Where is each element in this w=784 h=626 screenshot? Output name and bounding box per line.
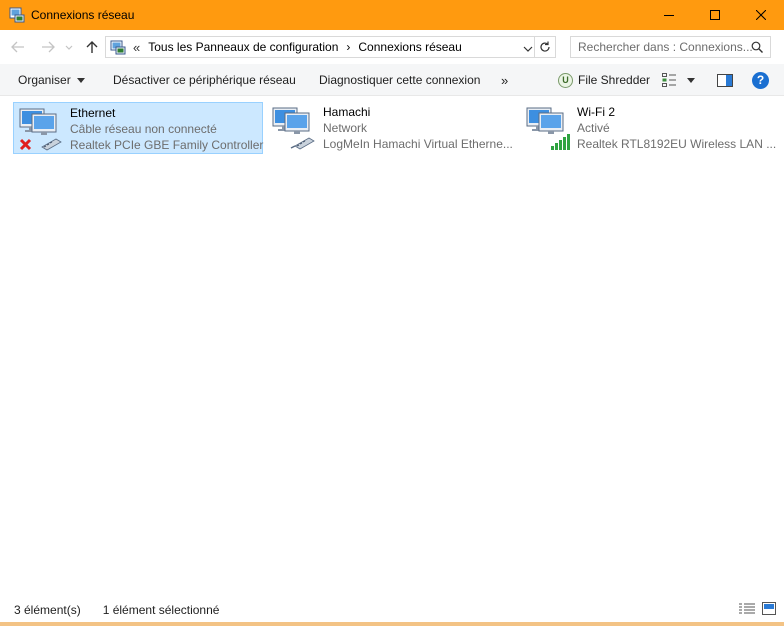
- forward-button[interactable]: [40, 39, 56, 55]
- file-shredder-label: File Shredder: [578, 73, 651, 87]
- connections-list: Ethernet Câble réseau non connecté Realt…: [0, 96, 784, 598]
- chevron-down-icon: [523, 46, 533, 52]
- breadcrumb-item-control-panel[interactable]: Tous les Panneaux de configuration: [148, 40, 338, 54]
- preview-pane-button[interactable]: [717, 64, 733, 96]
- help-button[interactable]: ?: [752, 64, 769, 96]
- organize-label: Organiser: [18, 73, 71, 87]
- diagnose-connection-button[interactable]: Diagnostiquer cette connexion: [319, 64, 480, 96]
- view-dropdown-button[interactable]: [687, 64, 695, 96]
- forward-arrow-icon: [42, 41, 55, 53]
- connection-status: Network: [323, 121, 368, 135]
- disable-device-button[interactable]: Désactiver ce périphérique réseau: [113, 64, 296, 96]
- view-options-icon: [662, 73, 676, 87]
- connection-item-wifi-2[interactable]: Wi-Fi 2 Activé Realtek RTL8192EU Wireles…: [521, 102, 776, 154]
- preview-pane-icon: [717, 73, 733, 87]
- window-bottom-edge: [0, 622, 784, 626]
- maximize-button[interactable]: [692, 0, 738, 30]
- breadcrumb-separator-icon: ›: [346, 40, 351, 54]
- connection-name: Wi-Fi 2: [577, 105, 615, 119]
- details-view-icon: [739, 603, 755, 614]
- window-title: Connexions réseau: [31, 8, 135, 22]
- breadcrumb-item-network-connections[interactable]: Connexions réseau: [358, 40, 461, 54]
- file-shredder-icon: U: [558, 72, 573, 88]
- command-bar: Organiser Désactiver ce périphérique rés…: [0, 64, 784, 96]
- connection-name: Ethernet: [70, 106, 116, 120]
- refresh-icon: [540, 41, 550, 52]
- network-adapter-icon: [272, 107, 315, 150]
- refresh-button[interactable]: [534, 37, 555, 57]
- file-shredder-button[interactable]: U File Shredder: [558, 64, 650, 96]
- search-icon: [751, 41, 763, 56]
- connection-item-hamachi[interactable]: Hamachi Network LogMeIn Hamachi Virtual …: [267, 102, 517, 154]
- details-view-button[interactable]: [739, 603, 755, 618]
- up-button[interactable]: [84, 39, 100, 55]
- recent-locations-button[interactable]: [64, 39, 74, 55]
- connection-device: LogMeIn Hamachi Virtual Etherne...: [323, 137, 513, 151]
- up-arrow-icon: [86, 41, 98, 53]
- more-commands-button[interactable]: »: [501, 64, 508, 96]
- help-icon: ?: [752, 71, 769, 89]
- ethernet-disconnected-icon: [19, 108, 62, 151]
- control-panel-icon: [110, 39, 126, 55]
- status-bar: 3 élément(s) 1 élément sélectionné: [0, 598, 784, 622]
- connection-device: Realtek PCIe GBE Family Controller: [70, 138, 264, 152]
- selection-count: 1 élément sélectionné: [102, 603, 220, 617]
- search-input[interactable]: Rechercher dans : Connexions...: [570, 36, 771, 58]
- connection-device: Realtek RTL8192EU Wireless LAN ...: [577, 137, 777, 151]
- address-dropdown-button[interactable]: [523, 42, 533, 56]
- minimize-icon: [664, 15, 674, 16]
- connection-name: Hamachi: [323, 105, 371, 119]
- network-connections-icon: [9, 7, 25, 23]
- dropdown-arrow-icon: [687, 77, 695, 83]
- change-view-button[interactable]: [662, 64, 678, 96]
- title-bar[interactable]: Connexions réseau: [0, 0, 784, 30]
- back-arrow-icon: [11, 41, 24, 53]
- maximize-icon: [710, 10, 720, 20]
- item-count: 3 élément(s): [14, 603, 81, 617]
- close-icon: [756, 10, 766, 20]
- connection-status: Câble réseau non connecté: [70, 122, 217, 136]
- back-button[interactable]: [10, 39, 26, 55]
- large-icons-view-button[interactable]: [762, 602, 776, 618]
- chevron-down-icon: [65, 45, 73, 50]
- dropdown-arrow-icon: [76, 77, 85, 83]
- breadcrumb-overflow[interactable]: «: [133, 40, 140, 55]
- tiles-view-icon: [762, 602, 776, 615]
- address-box[interactable]: « Tous les Panneaux de configuration › C…: [105, 36, 556, 58]
- connection-status: Activé: [577, 121, 610, 135]
- wifi-adapter-icon: [526, 107, 570, 150]
- search-placeholder: Rechercher dans : Connexions...: [578, 40, 753, 54]
- organize-button[interactable]: Organiser: [18, 64, 85, 96]
- minimize-button[interactable]: [646, 0, 692, 30]
- close-button[interactable]: [738, 0, 784, 30]
- connection-item-ethernet[interactable]: Ethernet Câble réseau non connecté Realt…: [13, 102, 263, 154]
